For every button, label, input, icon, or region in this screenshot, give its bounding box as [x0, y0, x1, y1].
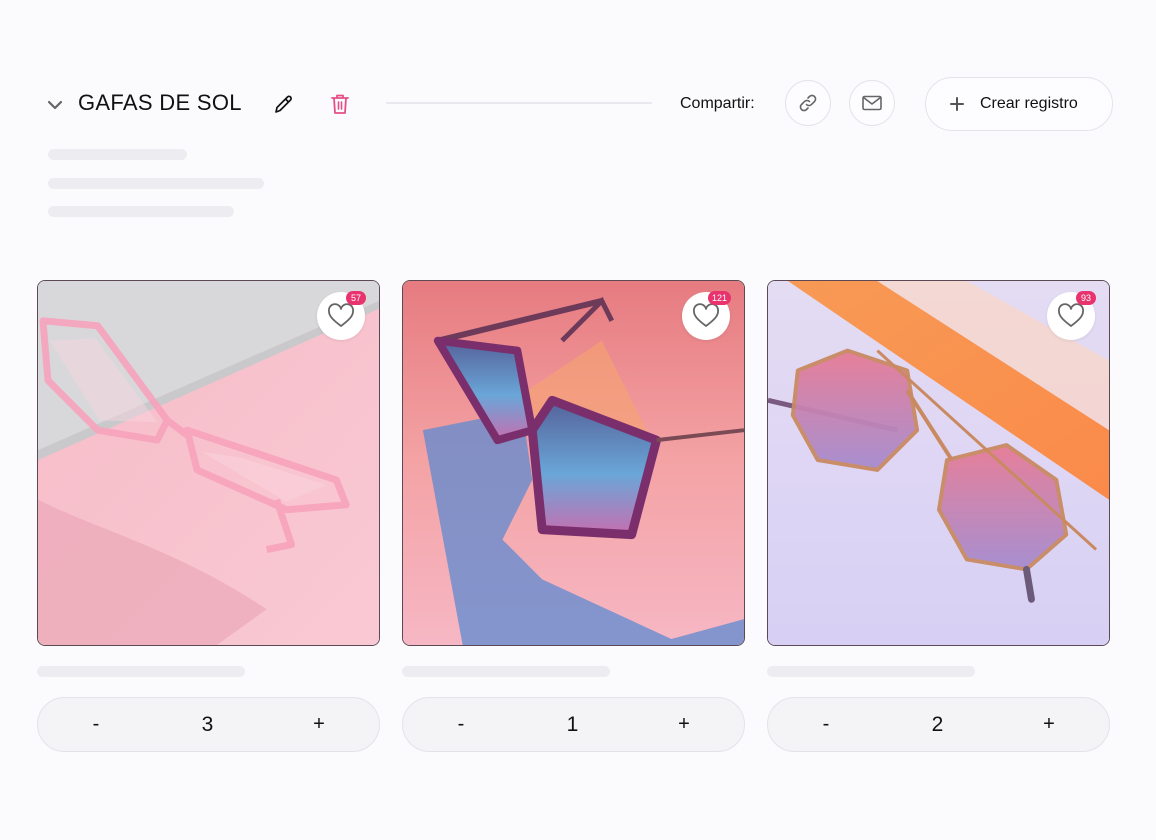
product-card: 121 - 1 +: [402, 280, 745, 752]
increase-button[interactable]: +: [654, 698, 714, 751]
trash-icon: [331, 94, 349, 114]
delete-button[interactable]: [329, 92, 351, 116]
decrease-button[interactable]: -: [796, 698, 856, 751]
list-header: GAFAS DE SOL Compartir: Crear registro: [0, 0, 1156, 140]
description-skeleton-line: [48, 178, 264, 189]
product-name-skeleton: [402, 666, 610, 677]
link-icon: [799, 94, 817, 112]
favorite-button[interactable]: 57: [317, 291, 366, 340]
create-record-label: Crear registro: [980, 95, 1078, 112]
quantity-value: 1: [566, 712, 579, 736]
pencil-icon: [275, 95, 292, 113]
header-divider: [386, 102, 652, 104]
decrease-button[interactable]: -: [66, 698, 126, 751]
heart-icon: [328, 303, 354, 327]
favorite-count-badge: 93: [1076, 291, 1096, 305]
product-image[interactable]: 121: [402, 280, 745, 646]
mail-icon: [862, 95, 882, 111]
favorite-button[interactable]: 121: [682, 291, 731, 340]
product-name-skeleton: [767, 666, 975, 677]
chevron-down-icon[interactable]: [46, 96, 64, 114]
share-email-button[interactable]: [849, 80, 895, 126]
quantity-stepper: - 3 +: [37, 697, 380, 752]
favorite-count-badge: 121: [707, 291, 731, 305]
product-image[interactable]: 93: [767, 280, 1110, 646]
quantity-stepper: - 2 +: [767, 697, 1110, 752]
quantity-value: 3: [201, 712, 214, 736]
heart-icon: [1058, 303, 1084, 327]
share-label: Compartir:: [680, 95, 755, 112]
product-card: 93 - 2 +: [767, 280, 1110, 752]
edit-button[interactable]: [272, 92, 296, 116]
share-link-button[interactable]: [785, 80, 831, 126]
product-image[interactable]: 57: [37, 280, 380, 646]
favorite-count-badge: 57: [346, 291, 366, 305]
quantity-value: 2: [931, 712, 944, 736]
product-name-skeleton: [37, 666, 245, 677]
decrease-button[interactable]: -: [431, 698, 491, 751]
plus-icon: [950, 97, 964, 111]
favorite-button[interactable]: 93: [1047, 291, 1096, 340]
create-record-button[interactable]: Crear registro: [925, 77, 1113, 131]
heart-icon: [693, 303, 719, 327]
description-skeleton-line: [48, 206, 234, 217]
increase-button[interactable]: +: [289, 698, 349, 751]
product-card: 57 - 3 +: [37, 280, 380, 752]
list-title: GAFAS DE SOL: [78, 90, 242, 115]
description-skeleton-line: [48, 149, 187, 160]
increase-button[interactable]: +: [1019, 698, 1079, 751]
quantity-stepper: - 1 +: [402, 697, 745, 752]
